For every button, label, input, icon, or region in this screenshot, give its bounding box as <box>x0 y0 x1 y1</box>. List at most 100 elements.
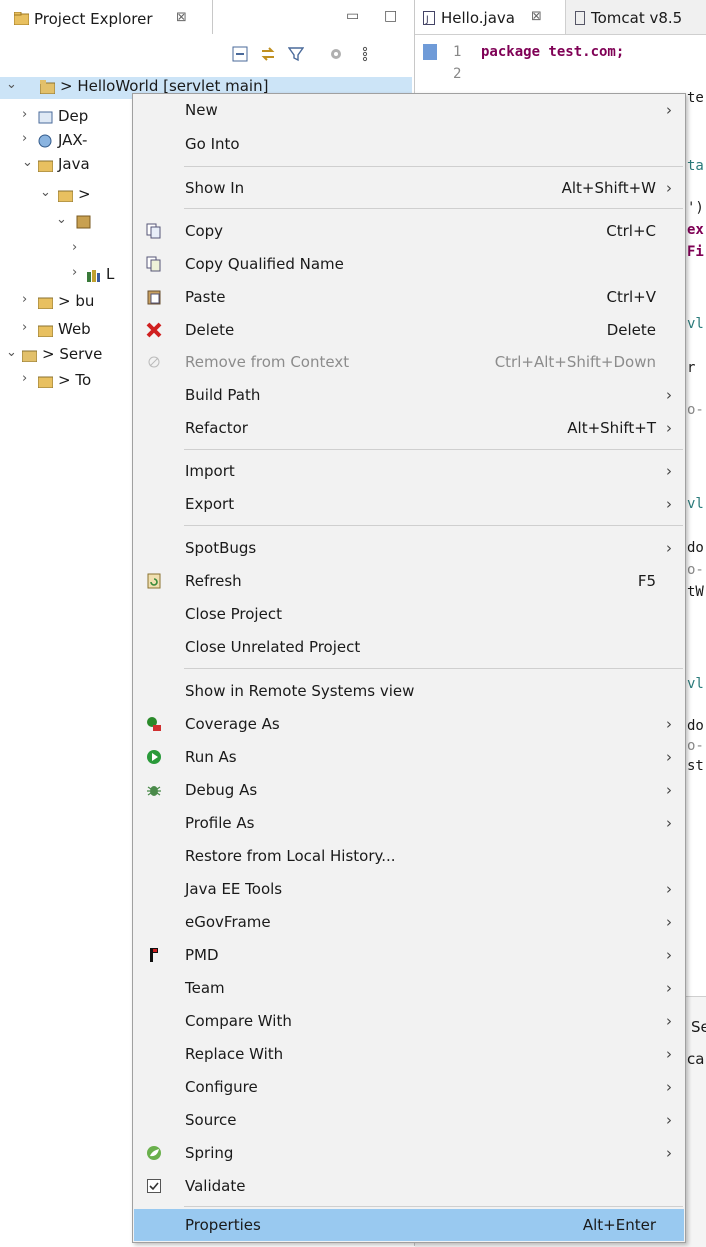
bottom-panel-tab[interactable]: Se <box>691 1018 706 1036</box>
submenu-arrow-icon: › <box>666 386 672 404</box>
menu-item-new[interactable]: New › <box>134 94 684 126</box>
expanded-chevron-icon[interactable]: ⌄ <box>6 345 17 360</box>
editor-tab-tomcat[interactable]: Tomcat v8.5 <box>567 0 706 34</box>
menu-item-label: Show In <box>185 179 245 197</box>
expanded-chevron-icon[interactable]: ⌄ <box>40 185 51 200</box>
menu-item-configure[interactable]: Configure › <box>134 1071 684 1103</box>
menu-item-close-project[interactable]: Close Project <box>134 598 684 630</box>
tree-item-label: Web <box>58 320 91 338</box>
menu-item-shortcut: Alt+Shift+T <box>567 419 656 437</box>
server-file-icon <box>575 11 585 25</box>
tree-item-file[interactable]: › <box>0 240 140 262</box>
debug-bug-icon <box>147 786 161 796</box>
code-line[interactable]: package test.com; <box>481 44 624 60</box>
menu-item-label: Coverage As <box>185 715 280 733</box>
menu-item-restore-local-history[interactable]: Restore from Local History... <box>134 840 684 872</box>
menu-item-compare-with[interactable]: Compare With › <box>134 1005 684 1037</box>
submenu-arrow-icon: › <box>666 1078 672 1096</box>
expanded-chevron-icon[interactable]: ⌄ <box>6 77 17 92</box>
menu-item-refactor[interactable]: Refactor Alt+Shift+T › <box>134 412 684 444</box>
menu-item-delete[interactable]: Delete Delete <box>134 314 684 346</box>
tree-item-package[interactable]: ⌄ <box>0 212 140 234</box>
collapsed-chevron-icon[interactable]: › <box>22 371 27 386</box>
menu-item-label: eGovFrame <box>185 913 271 931</box>
menu-item-label: Paste <box>185 288 226 306</box>
menu-item-label: Configure <box>185 1078 258 1096</box>
menu-item-spotbugs[interactable]: SpotBugs › <box>134 532 684 564</box>
tree-item-src[interactable]: ⌄ > <box>0 185 140 207</box>
menu-item-close-unrelated-project[interactable]: Close Unrelated Project <box>134 631 684 663</box>
menu-separator <box>184 449 683 450</box>
menu-item-show-in[interactable]: Show In Alt+Shift+W › <box>134 172 684 204</box>
menu-item-import[interactable]: Import › <box>134 455 684 487</box>
menu-item-java-ee-tools[interactable]: Java EE Tools › <box>134 873 684 905</box>
menu-item-team[interactable]: Team › <box>134 972 684 1004</box>
menu-item-go-into[interactable]: Go Into <box>134 128 684 160</box>
menu-item-copy-qualified-name[interactable]: Copy Qualified Name <box>134 248 684 280</box>
project-explorer-tabbar: Project Explorer ⊠ ▭ □ <box>0 0 412 34</box>
tree-item-build[interactable]: › > bu <box>0 292 140 314</box>
menu-item-spring[interactable]: Spring › <box>134 1137 684 1169</box>
close-tab-icon[interactable]: ⊠ <box>176 10 187 25</box>
menu-item-profile-as[interactable]: Profile As › <box>134 807 684 839</box>
menu-item-replace-with[interactable]: Replace With › <box>134 1038 684 1070</box>
editor-tab-hello-java[interactable]: J Hello.java ⊠ <box>415 0 566 34</box>
menu-item-debug-as[interactable]: Debug As › <box>134 774 684 806</box>
menu-item-build-path[interactable]: Build Path › <box>134 379 684 411</box>
menu-item-refresh[interactable]: Refresh F5 <box>134 565 684 597</box>
collapsed-chevron-icon[interactable]: › <box>72 240 77 255</box>
copy-icon <box>146 223 161 239</box>
tree-item-label: > bu <box>58 292 95 310</box>
tree-item-tomcat[interactable]: › > To <box>0 371 140 393</box>
expanded-chevron-icon[interactable]: ⌄ <box>22 155 33 170</box>
focus-icon[interactable] <box>328 46 344 62</box>
tree-item-deployment[interactable]: › Dep <box>0 107 140 129</box>
menu-item-pmd[interactable]: PMD › <box>134 939 684 971</box>
code-fragment: o- <box>687 402 704 418</box>
filter-icon[interactable] <box>288 46 304 62</box>
menu-item-source[interactable]: Source › <box>134 1104 684 1136</box>
view-menu-icon[interactable] <box>360 46 370 62</box>
menu-item-paste[interactable]: Paste Ctrl+V <box>134 281 684 313</box>
collapsed-chevron-icon[interactable]: › <box>22 107 27 122</box>
code-fragment: st <box>687 758 704 774</box>
project-explorer-tab[interactable]: Project Explorer ⊠ <box>0 0 213 34</box>
submenu-arrow-icon: › <box>666 101 672 119</box>
collapsed-chevron-icon[interactable]: › <box>22 131 27 146</box>
collapsed-chevron-icon[interactable]: › <box>22 292 27 307</box>
tree-item-servers[interactable]: ⌄ > Serve <box>0 345 140 367</box>
menu-item-label: Import <box>185 462 235 480</box>
tree-item-libraries[interactable]: › L <box>0 265 140 287</box>
menu-item-show-in-remote-systems[interactable]: Show in Remote Systems view <box>134 675 684 707</box>
minimize-icon[interactable]: ▭ <box>346 8 359 24</box>
tree-item-java-resources[interactable]: ⌄ Java <box>0 155 140 177</box>
link-with-editor-icon[interactable] <box>260 46 276 62</box>
folder-icon <box>38 376 53 388</box>
menu-item-label: Run As <box>185 748 237 766</box>
expanded-chevron-icon[interactable]: ⌄ <box>56 212 67 227</box>
menu-item-coverage-as[interactable]: Coverage As › <box>134 708 684 740</box>
menu-item-validate[interactable]: Validate <box>134 1170 684 1202</box>
menu-item-export[interactable]: Export › <box>134 488 684 520</box>
tree-item-webcontent[interactable]: › Web <box>0 320 140 342</box>
menu-item-copy[interactable]: Copy Ctrl+C <box>134 215 684 247</box>
submenu-arrow-icon: › <box>666 979 672 997</box>
submenu-arrow-icon: › <box>666 495 672 513</box>
menu-item-egovframe[interactable]: eGovFrame › <box>134 906 684 938</box>
collapse-all-icon[interactable] <box>232 46 248 62</box>
spring-leaf-icon <box>147 1146 161 1160</box>
menu-item-label: Close Project <box>185 605 282 623</box>
collapsed-chevron-icon[interactable]: › <box>72 265 77 280</box>
svg-text:J: J <box>425 15 429 25</box>
collapsed-chevron-icon[interactable]: › <box>22 320 27 335</box>
menu-item-run-as[interactable]: Run As › <box>134 741 684 773</box>
menu-item-properties[interactable]: Properties Alt+Enter <box>134 1209 684 1241</box>
tree-item-label: L <box>106 265 115 283</box>
run-icon <box>147 750 161 764</box>
bottom-panel-text: ca <box>687 1050 705 1068</box>
maximize-icon[interactable]: □ <box>384 8 397 24</box>
close-tab-icon[interactable]: ⊠ <box>531 9 542 24</box>
coverage-icon <box>147 717 161 731</box>
tree-item-jax[interactable]: › JAX- <box>0 131 140 153</box>
submenu-arrow-icon: › <box>666 1045 672 1063</box>
